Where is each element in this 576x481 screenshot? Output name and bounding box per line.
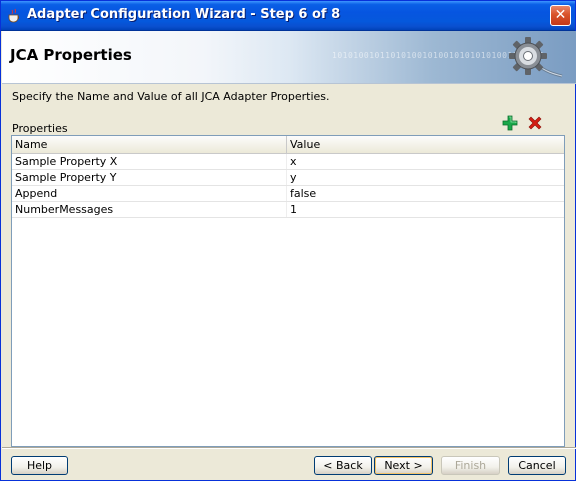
properties-label: Properties	[12, 122, 68, 135]
table-header: Name Value	[12, 136, 564, 154]
gear-icon	[509, 37, 563, 78]
property-value-cell[interactable]: y	[287, 170, 564, 185]
column-header-name[interactable]: Name	[12, 136, 287, 153]
property-name-cell[interactable]: NumberMessages	[12, 202, 287, 217]
wizard-window: Adapter Configuration Wizard - Step 6 of…	[0, 0, 576, 481]
column-header-value[interactable]: Value	[287, 136, 564, 153]
table-row[interactable]: Append false	[12, 186, 564, 202]
delete-icon[interactable]	[527, 115, 543, 131]
property-value-cell[interactable]: x	[287, 154, 564, 169]
close-icon: ✕	[554, 7, 567, 23]
next-button[interactable]: Next >	[374, 456, 433, 475]
cancel-button[interactable]: Cancel	[508, 456, 566, 475]
footer-separator	[2, 447, 576, 449]
back-button[interactable]: < Back	[314, 456, 372, 475]
close-button[interactable]: ✕	[550, 5, 571, 26]
property-name-cell[interactable]: Sample Property Y	[12, 170, 287, 185]
table-row[interactable]: NumberMessages 1	[12, 202, 564, 218]
page-title: JCA Properties	[10, 46, 132, 64]
header-banner: JCA Properties 1010100101101010010100101…	[2, 31, 576, 84]
property-name-cell[interactable]: Append	[12, 186, 287, 201]
add-icon[interactable]	[502, 115, 518, 131]
property-value-cell[interactable]: 1	[287, 202, 564, 217]
properties-table[interactable]: Name Value Sample Property X x Sample Pr…	[11, 135, 565, 447]
property-value-cell[interactable]: false	[287, 186, 564, 201]
title-bar[interactable]: Adapter Configuration Wizard - Step 6 of…	[1, 1, 575, 31]
window-title: Adapter Configuration Wizard - Step 6 of…	[27, 7, 341, 22]
table-row[interactable]: Sample Property Y y	[12, 170, 564, 186]
coffee-cup-icon	[8, 8, 20, 23]
instructions-text: Specify the Name and Value of all JCA Ad…	[12, 90, 330, 103]
help-button[interactable]: Help	[11, 456, 68, 475]
finish-button[interactable]: Finish	[441, 456, 500, 475]
property-name-cell[interactable]: Sample Property X	[12, 154, 287, 169]
table-row[interactable]: Sample Property X x	[12, 154, 564, 170]
